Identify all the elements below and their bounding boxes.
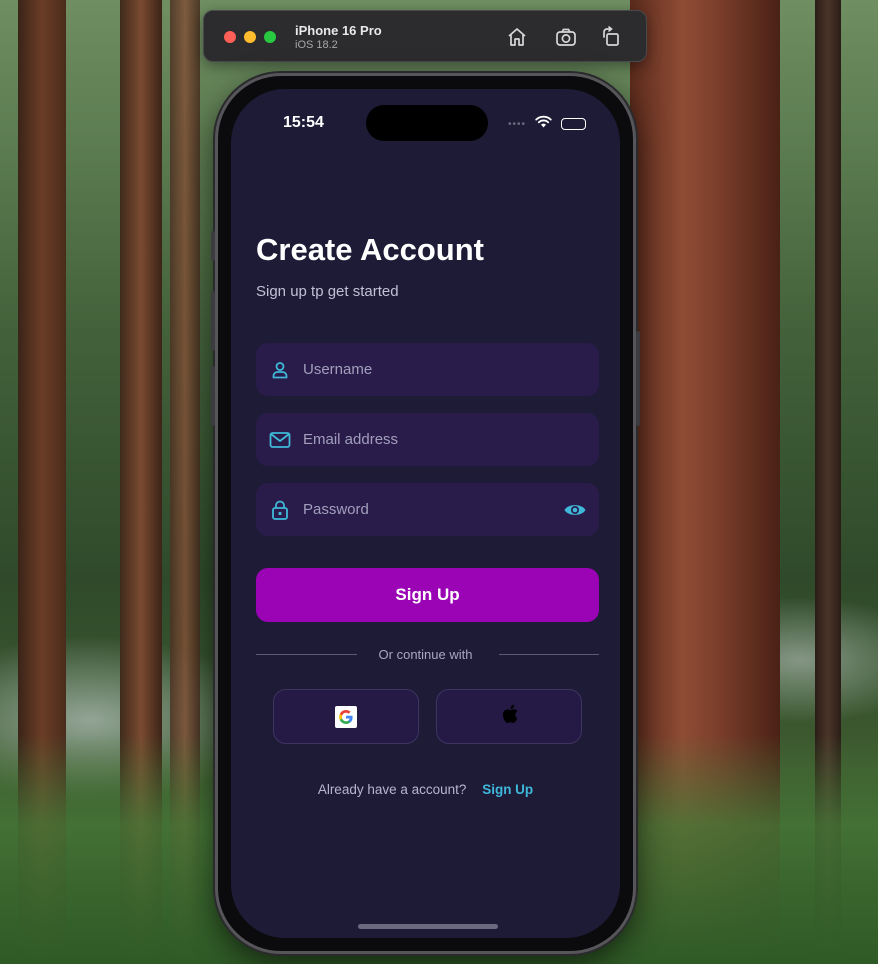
google-icon [335, 705, 357, 728]
google-sign-in-button[interactable] [273, 689, 419, 744]
sign-up-button[interactable]: Sign Up [256, 568, 599, 622]
status-indicators: •••• [508, 115, 586, 133]
zoom-window-button[interactable] [264, 31, 276, 43]
page-title: Create Account [256, 232, 484, 267]
apple-sign-in-button[interactable] [436, 689, 582, 744]
power-button[interactable] [636, 331, 640, 426]
apple-icon [499, 702, 519, 731]
minimize-window-button[interactable] [244, 31, 256, 43]
user-icon [269, 359, 291, 381]
battery-icon [561, 118, 586, 130]
home-indicator[interactable] [358, 924, 498, 929]
divider-line-right [499, 654, 599, 655]
action-button[interactable] [211, 231, 215, 261]
lock-icon [269, 499, 291, 521]
simulator-toolbar: iPhone 16 Pro iOS 18.2 [203, 10, 647, 62]
dynamic-island [366, 105, 488, 141]
home-icon[interactable] [505, 25, 529, 49]
mail-icon [269, 429, 291, 451]
app-screen: 15:54 •••• Create Account Sign up tp get… [231, 89, 620, 938]
password-field[interactable] [256, 483, 599, 536]
cellular-signal-icon: •••• [507, 118, 526, 130]
footer-question: Already have a account? [317, 782, 467, 797]
eye-icon[interactable] [563, 498, 587, 522]
volume-up-button[interactable] [211, 291, 215, 351]
rotate-icon[interactable] [599, 25, 623, 49]
volume-down-button[interactable] [211, 366, 215, 426]
iphone-frame: 15:54 •••• Create Account Sign up tp get… [211, 73, 640, 954]
sign-in-prompt: Already have a account? Sign Up [231, 782, 620, 797]
page-subtitle: Sign up tp get started [256, 283, 399, 300]
close-window-button[interactable] [224, 31, 236, 43]
email-field[interactable] [256, 413, 599, 466]
device-name: iPhone 16 Pro [295, 23, 382, 38]
wifi-icon [535, 115, 552, 133]
email-input[interactable] [303, 431, 553, 448]
password-input[interactable] [303, 501, 553, 518]
status-time: 15:54 [283, 114, 324, 131]
footer-sign-up-link[interactable]: Sign Up [482, 782, 533, 797]
screenshot-icon[interactable] [554, 25, 578, 49]
username-input[interactable] [303, 361, 553, 378]
os-version: iOS 18.2 [295, 39, 338, 51]
username-field[interactable] [256, 343, 599, 396]
